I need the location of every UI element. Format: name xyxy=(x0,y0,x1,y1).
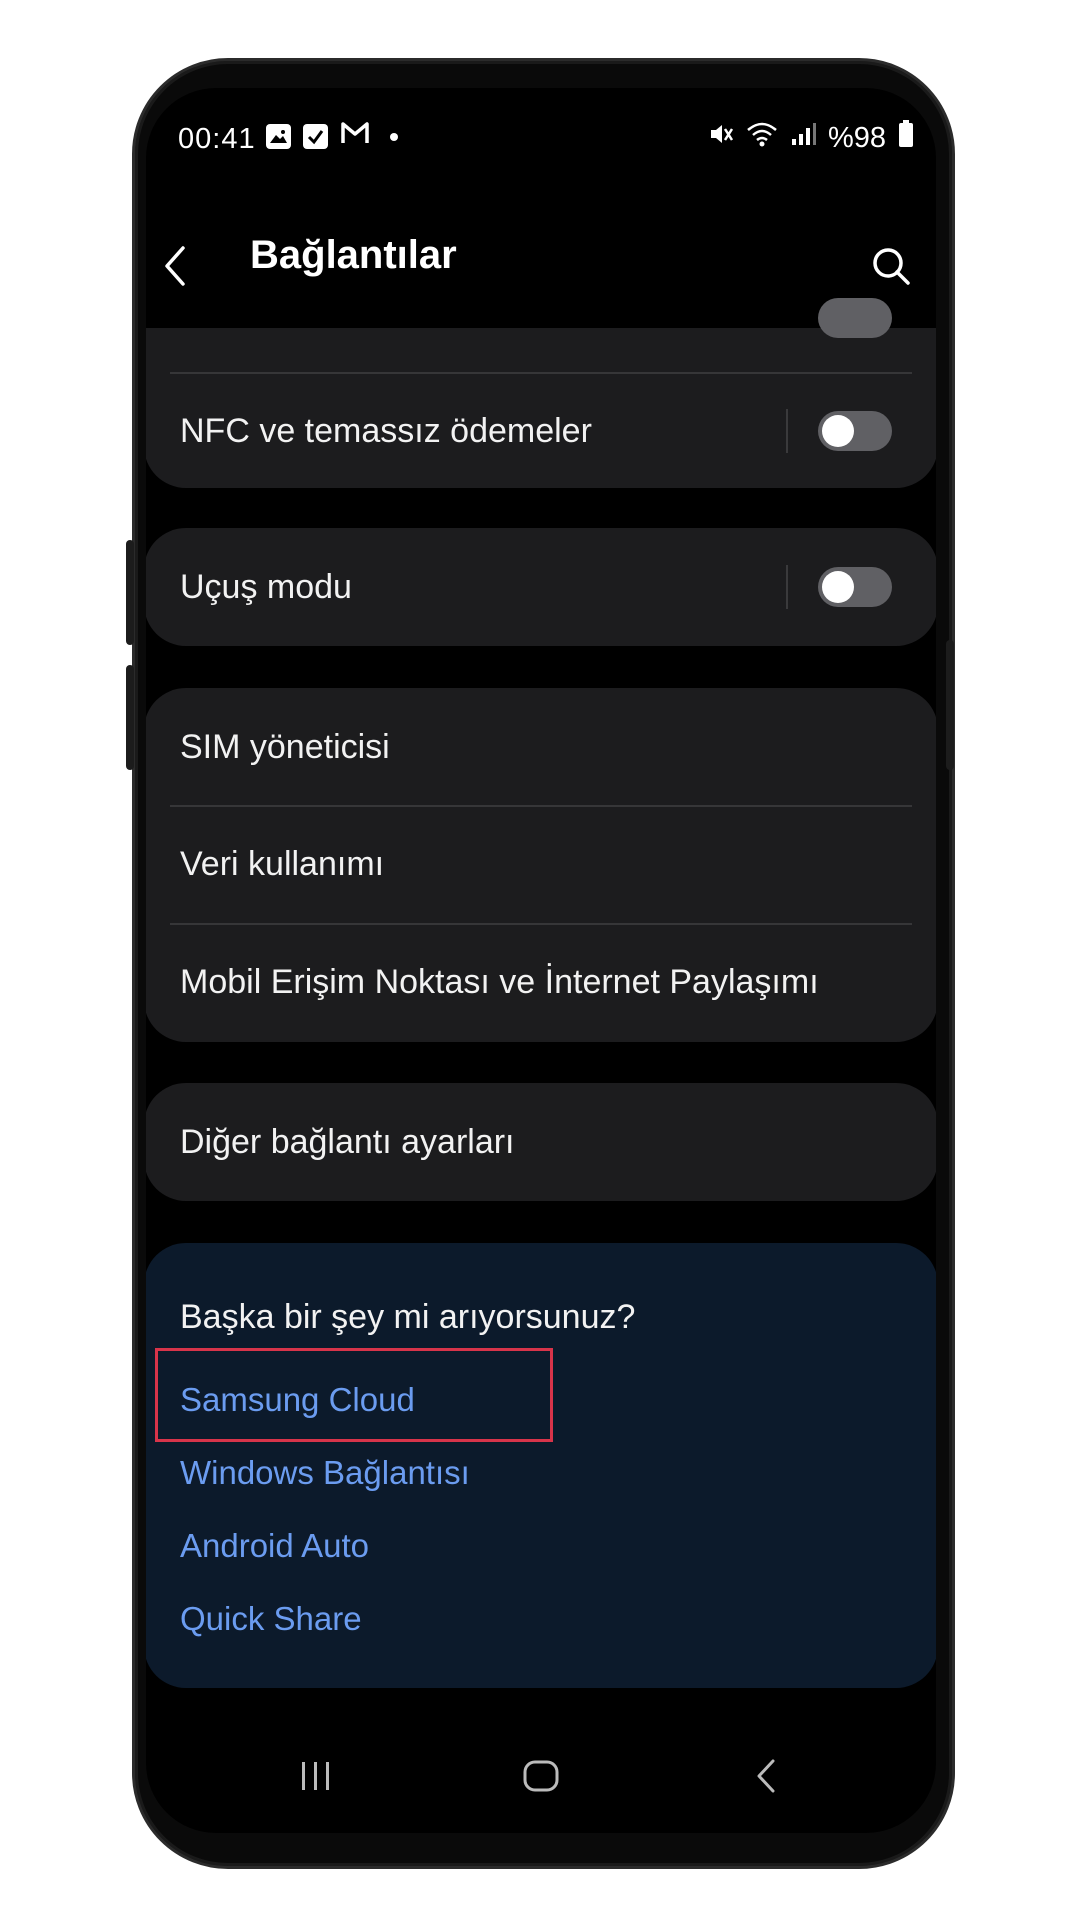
page-title: Bağlantılar xyxy=(250,233,457,277)
android-auto-link[interactable]: Android Auto xyxy=(180,1527,369,1565)
back-arrow-icon xyxy=(161,244,191,293)
sim-manager-label: SIM yöneticisi xyxy=(180,728,390,766)
nav-back-icon xyxy=(755,1758,777,1799)
other-settings-card: Diğer bağlantı ayarları xyxy=(146,1083,936,1201)
search-button[interactable] xyxy=(861,238,921,298)
recents-icon xyxy=(299,1760,333,1797)
nav-back-button[interactable] xyxy=(736,1748,796,1808)
wifi-icon xyxy=(746,121,778,155)
windows-link[interactable]: Windows Bağlantısı xyxy=(180,1454,470,1492)
battery-percent: %98 xyxy=(827,121,886,154)
status-time: 00:41 xyxy=(178,123,256,155)
suggestions-title: Başka bir şey mi arıyorsunuz? xyxy=(180,1298,636,1336)
airplane-card: Uçuş modu xyxy=(146,528,936,646)
home-button[interactable] xyxy=(511,1748,571,1808)
check-icon xyxy=(303,124,328,149)
airplane-mode-label: Uçuş modu xyxy=(180,568,352,606)
suggestions-card: Başka bir şey mi arıyorsunuz? Samsung Cl… xyxy=(146,1243,936,1688)
data-usage-label: Veri kullanımı xyxy=(180,845,385,883)
back-button[interactable] xyxy=(146,238,206,298)
mute-icon xyxy=(708,121,734,155)
navigation-bar xyxy=(146,1748,936,1808)
toggle-divider xyxy=(786,409,788,453)
other-settings-label: Diğer bağlantı ayarları xyxy=(180,1123,515,1161)
sim-manager-row[interactable]: SIM yöneticisi xyxy=(146,688,936,805)
search-icon xyxy=(870,245,912,292)
battery-icon xyxy=(898,120,914,156)
status-right-icons: %98 xyxy=(708,120,914,156)
highlight-annotation xyxy=(155,1348,553,1442)
hotspot-row[interactable]: Mobil Erişim Noktası ve İnternet Paylaşı… xyxy=(146,925,936,1042)
toggle-divider xyxy=(786,565,788,609)
hotspot-label: Mobil Erişim Noktası ve İnternet Paylaşı… xyxy=(180,963,819,1001)
nfc-toggle[interactable] xyxy=(818,411,892,451)
quick-share-link[interactable]: Quick Share xyxy=(180,1600,362,1638)
toggle-knob xyxy=(822,415,854,447)
gmail-icon xyxy=(340,120,370,153)
data-usage-row[interactable]: Veri kullanımı xyxy=(146,807,936,923)
recents-button[interactable] xyxy=(286,1748,346,1808)
connections-card-1: NFC ve temassız ödemeler xyxy=(146,298,936,488)
signal-icon xyxy=(790,121,816,155)
notification-icons xyxy=(266,120,398,153)
gallery-icon xyxy=(266,124,291,149)
power-button xyxy=(946,640,954,770)
network-card: SIM yöneticisi Veri kullanımı Mobil Eriş… xyxy=(146,688,936,1042)
toggle-knob xyxy=(822,571,854,603)
volume-button xyxy=(126,540,134,645)
other-settings-row[interactable]: Diğer bağlantı ayarları xyxy=(146,1083,936,1201)
more-notifications-dot xyxy=(390,132,398,141)
screen: 00:41 %98 Bağlantılar NFC ve temassız öd… xyxy=(146,88,936,1833)
hidden-toggle-partial xyxy=(818,298,892,338)
volume-button-2 xyxy=(126,665,134,770)
home-icon xyxy=(522,1759,560,1798)
nfc-label: NFC ve temassız ödemeler xyxy=(180,412,592,450)
nfc-row[interactable]: NFC ve temassız ödemeler xyxy=(146,374,936,488)
airplane-mode-row[interactable]: Uçuş modu xyxy=(146,528,936,646)
airplane-mode-toggle[interactable] xyxy=(818,567,892,607)
